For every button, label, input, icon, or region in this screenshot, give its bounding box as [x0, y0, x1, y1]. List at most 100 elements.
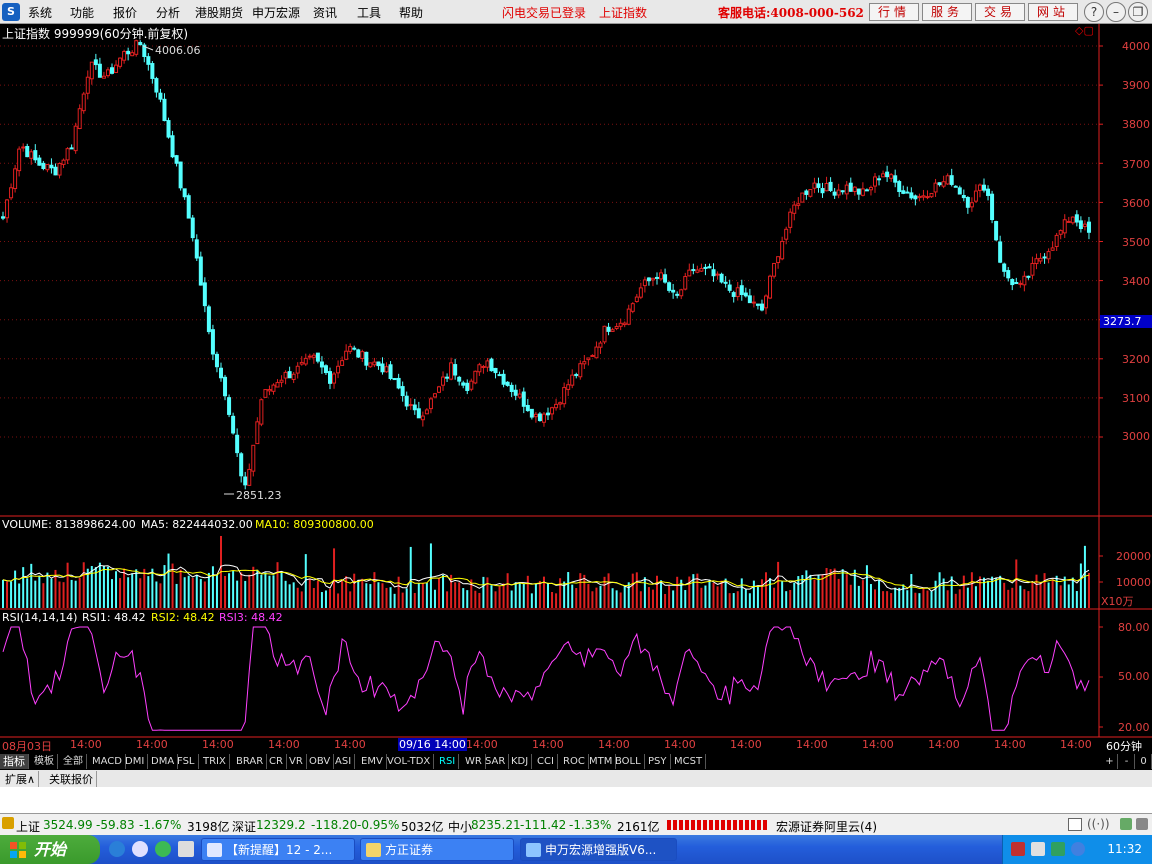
candle-body — [570, 374, 575, 386]
chart-options-icon[interactable]: ◇▢ — [1075, 24, 1094, 37]
start-button[interactable]: 开始 — [0, 835, 100, 864]
menu-news[interactable]: 资讯 — [313, 4, 337, 21]
minimize-icon[interactable]: – — [1106, 2, 1126, 22]
ie-icon[interactable] — [109, 841, 125, 857]
rsi-label: RSI(14,14,14) — [2, 611, 78, 624]
volume-bar — [785, 591, 788, 608]
candle-body — [166, 120, 171, 138]
indicator-tab-roc[interactable]: ROC — [560, 754, 589, 769]
settings-icon[interactable] — [1136, 818, 1148, 830]
app-logo-icon[interactable]: S — [2, 3, 20, 21]
indicator-tab-模板[interactable]: 模板 — [31, 754, 58, 769]
indicator-tab-cr[interactable]: CR — [266, 754, 287, 769]
candle-body — [860, 188, 865, 196]
rsi-tick: 50.00 — [1118, 670, 1150, 683]
tab-website[interactable]: 网站 — [1028, 3, 1078, 21]
candle-body — [376, 361, 381, 367]
indicator-control[interactable]: 0 — [1136, 754, 1152, 769]
candle-body — [933, 182, 938, 193]
candle-body — [61, 159, 66, 165]
taskbar-item-browser[interactable]: 【新提醒】12 - 2... — [201, 838, 355, 861]
indicator-tab-trix[interactable]: TRIX — [200, 754, 230, 769]
volume-icon[interactable] — [1031, 842, 1045, 856]
time-tick: 14:00 — [862, 738, 894, 751]
volume-bar — [78, 577, 81, 608]
tab-service[interactable]: 服务 — [922, 3, 972, 21]
indicator-tab-asi[interactable]: ASI — [332, 754, 356, 769]
indicator-control[interactable]: + — [1102, 754, 1118, 769]
indicator-tab-fsl[interactable]: FSL — [174, 754, 199, 769]
tab-market[interactable]: 行情 — [869, 3, 919, 21]
restore-icon[interactable]: ❐ — [1128, 2, 1148, 22]
chart-area[interactable]: 上证指数 999999(60分钟.前复权) ◇▢ 4006.06 2851.23… — [0, 24, 1152, 753]
menu-analysis[interactable]: 分析 — [156, 4, 180, 21]
taskbar-item-trading-app[interactable]: 申万宏源增强版V6... — [520, 838, 677, 861]
indicator-tab-boll[interactable]: BOLL — [612, 754, 645, 769]
related-quote-button[interactable]: 关联报价 — [46, 771, 97, 787]
candle-body — [190, 217, 195, 239]
volume-bar — [534, 583, 537, 608]
menu-tools[interactable]: 工具 — [357, 4, 381, 21]
indicator-tab-cci[interactable]: CCI — [534, 754, 558, 769]
folder-icon — [366, 843, 381, 857]
chrome-icon[interactable] — [155, 841, 171, 857]
volume-bar — [930, 591, 933, 608]
menu-function[interactable]: 功能 — [70, 4, 94, 21]
volume-bar — [155, 581, 158, 608]
volume-bar — [555, 593, 558, 608]
volume-bar — [413, 592, 416, 608]
menu-help[interactable]: 帮助 — [399, 4, 423, 21]
candle-body — [271, 384, 276, 392]
price-tick: 3900 — [1122, 79, 1150, 92]
indicator-tab-macd[interactable]: MACD — [89, 754, 126, 769]
indicator-control[interactable]: - — [1119, 754, 1135, 769]
indicator-tab-lead[interactable]: 指标 — [0, 754, 29, 769]
volume-bar — [357, 579, 360, 608]
shield-icon[interactable] — [1071, 842, 1085, 856]
indicator-tab-obv[interactable]: OBV — [306, 754, 335, 769]
candle-body — [105, 69, 110, 77]
candle-body — [646, 277, 651, 282]
candle-body — [477, 364, 482, 373]
candle-body — [618, 322, 623, 327]
indicator-tab-sar[interactable]: SAR — [482, 754, 510, 769]
volume-bar — [583, 574, 586, 608]
candle-body — [279, 379, 284, 383]
tray-icon[interactable] — [1011, 842, 1025, 856]
window-icon[interactable] — [1068, 818, 1082, 831]
desktop-icon[interactable] — [178, 841, 194, 857]
menu-system[interactable]: 系统 — [28, 4, 52, 21]
period-label[interactable]: 60分钟 — [1106, 738, 1142, 754]
indicator-tab-psy[interactable]: PSY — [645, 754, 671, 769]
expand-button[interactable]: 扩展∧ — [2, 771, 40, 787]
candle-body — [1018, 282, 1023, 285]
candle-body — [529, 408, 534, 418]
lock-icon[interactable] — [1120, 818, 1132, 830]
volume-bar — [978, 576, 981, 608]
network-icon[interactable] — [1051, 842, 1065, 856]
candle-body — [194, 239, 199, 259]
menu-quote[interactable]: 报价 — [113, 4, 137, 21]
taskbar-item-folder[interactable]: 方正证券 — [360, 838, 514, 861]
indicator-tab-全部[interactable]: 全部 — [60, 754, 87, 769]
indicator-tab-vr[interactable]: VR — [286, 754, 307, 769]
indicator-tab-rsi[interactable]: RSI — [436, 754, 460, 769]
indicator-tab-emv[interactable]: EMV — [358, 754, 387, 769]
volume-bar — [845, 574, 848, 608]
indicator-tab-vol-tdx[interactable]: VOL-TDX — [384, 754, 435, 769]
volume-bar — [361, 578, 364, 608]
indicator-tab-mcst[interactable]: MCST — [671, 754, 707, 769]
menu-hk-futures[interactable]: 港股期货 — [195, 4, 243, 21]
candle-body — [533, 413, 538, 418]
help-icon[interactable]: ? — [1084, 2, 1104, 22]
volume-bar — [232, 570, 235, 608]
indicator-tab-brar[interactable]: BRAR — [233, 754, 268, 769]
menu-swhy[interactable]: 申万宏源 — [252, 4, 300, 21]
candle-body — [566, 384, 571, 390]
browser-icon[interactable] — [132, 841, 148, 857]
indicator-tab-kdj[interactable]: KDJ — [508, 754, 533, 769]
volume-bar — [442, 574, 445, 608]
tab-trade[interactable]: 交易 — [975, 3, 1025, 21]
indicator-tab-dmi[interactable]: DMI — [122, 754, 149, 769]
candle-body — [881, 173, 886, 178]
